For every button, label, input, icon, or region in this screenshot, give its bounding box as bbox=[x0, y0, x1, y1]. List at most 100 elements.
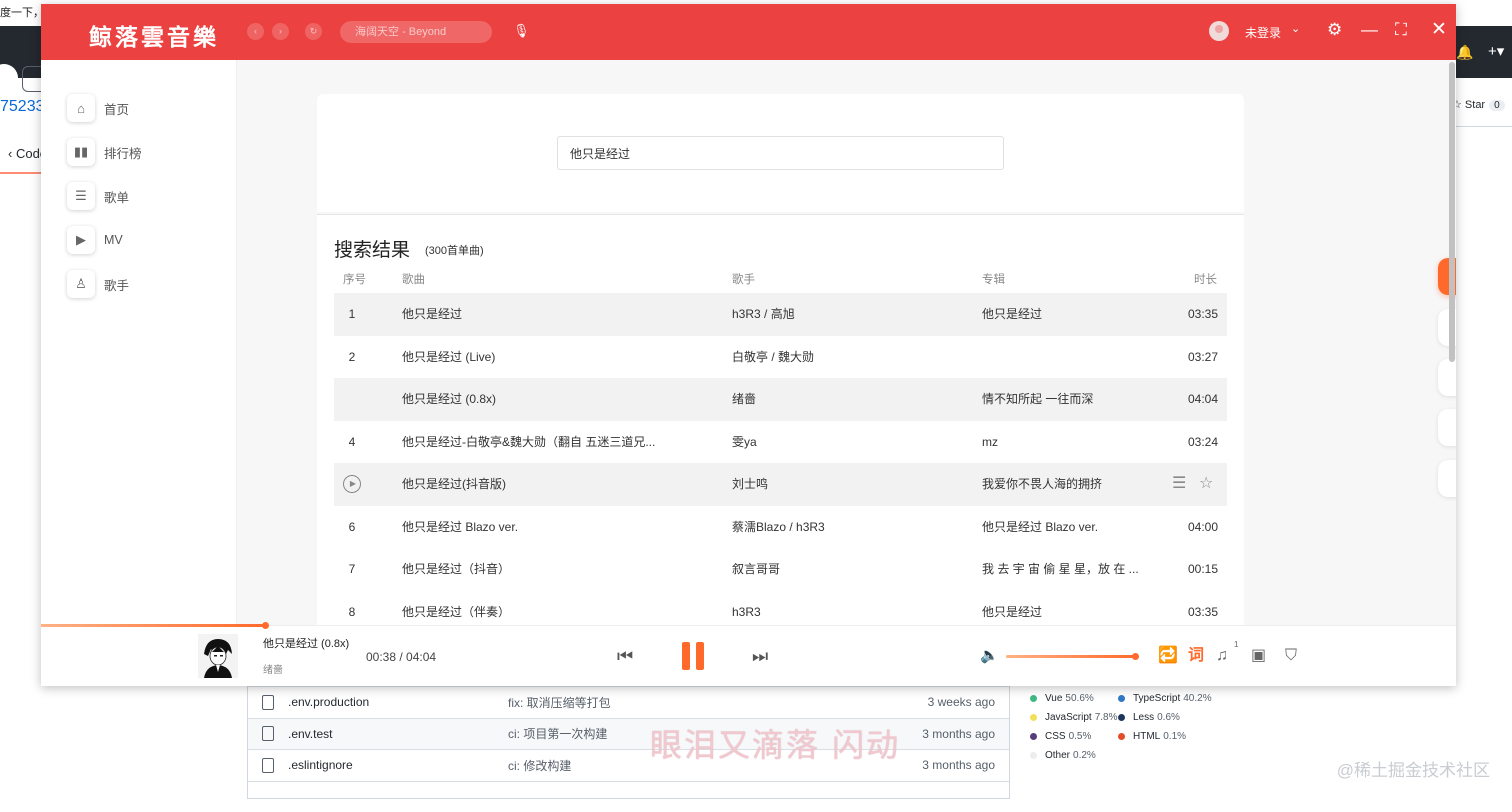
language-item[interactable]: JavaScript7.8% bbox=[1030, 712, 1117, 723]
bell-icon[interactable]: 🔔 bbox=[1456, 44, 1473, 61]
play-circle-icon[interactable]: ▶ bbox=[343, 475, 361, 493]
microphone-icon[interactable]: 🎙 bbox=[513, 23, 530, 39]
minimize-icon[interactable]: — bbox=[1361, 20, 1378, 40]
star-count: 0 bbox=[1489, 100, 1505, 111]
repeat-icon[interactable]: 🔁 bbox=[1158, 646, 1178, 666]
queue-icon[interactable]: ♫ bbox=[1216, 646, 1228, 666]
progress-knob[interactable] bbox=[262, 622, 269, 629]
volume-knob[interactable] bbox=[1132, 653, 1139, 660]
volume-slider[interactable] bbox=[1006, 655, 1136, 658]
back-icon[interactable]: ‹ bbox=[247, 23, 264, 40]
row-artist[interactable]: 刘士鸣 bbox=[732, 463, 962, 506]
row-artist[interactable]: 叙言哥哥 bbox=[732, 548, 962, 591]
language-item[interactable]: CSS0.5% bbox=[1030, 731, 1091, 742]
language-item[interactable]: Less0.6% bbox=[1118, 712, 1180, 723]
header-artist: 歌手 bbox=[732, 271, 755, 287]
row-artist[interactable]: h3R3 / 高旭 bbox=[732, 293, 962, 336]
fullscreen-icon[interactable]: ⛶ bbox=[1395, 20, 1407, 40]
language-item[interactable]: Other0.2% bbox=[1030, 750, 1096, 761]
results-count: (300首单曲) bbox=[425, 242, 484, 258]
table-row[interactable]: 2他只是经过 (Live)白敬亭 / 魏大勋03:27 bbox=[334, 336, 1227, 379]
player-song-title[interactable]: 他只是经过 (0.8x) bbox=[263, 635, 349, 651]
row-album[interactable]: 我爱你不畏人海的拥挤 bbox=[982, 463, 1152, 506]
mini-player-icon[interactable]: ▣ bbox=[1251, 646, 1266, 666]
bookmark-icon[interactable]: ⛉ bbox=[1285, 646, 1297, 666]
row-song[interactable]: 他只是经过（抖音） bbox=[402, 548, 702, 591]
row-artist[interactable]: 蔡濡Blazo / h3R3 bbox=[732, 506, 962, 549]
row-artist[interactable]: 绪嗇 bbox=[732, 378, 962, 421]
search-input[interactable] bbox=[557, 136, 1004, 170]
tab-singers[interactable]: 歌手 bbox=[1438, 359, 1456, 396]
album-cover[interactable] bbox=[198, 634, 238, 678]
app-logo[interactable]: 鲸落雲音樂 bbox=[89, 18, 219, 52]
language-item[interactable]: Vue50.6% bbox=[1030, 693, 1094, 704]
row-album[interactable]: mz bbox=[982, 421, 1152, 464]
top-search-input[interactable] bbox=[340, 21, 492, 43]
volume-icon[interactable]: 🔈 bbox=[980, 646, 999, 664]
row-song[interactable]: 他只是经过 (0.8x) bbox=[402, 378, 702, 421]
language-item[interactable]: TypeScript40.2% bbox=[1118, 693, 1212, 704]
language-item[interactable]: HTML0.1% bbox=[1118, 731, 1186, 742]
add-to-queue-icon[interactable]: ☰ bbox=[1172, 463, 1186, 506]
row-album[interactable]: 我 去 宇 宙 偷 星 星，放 在 ... bbox=[982, 548, 1152, 591]
commit-message[interactable]: fix: 取消压缩等打包 bbox=[508, 694, 611, 711]
row-song[interactable]: 他只是经过 Blazo ver. bbox=[402, 506, 702, 549]
login-link[interactable]: 未登录 bbox=[1245, 24, 1281, 41]
star-icon[interactable]: ☆ bbox=[1199, 463, 1213, 506]
scrollbar[interactable] bbox=[1449, 62, 1455, 362]
chevron-down-icon[interactable]: ⌄ bbox=[1291, 22, 1300, 35]
file-name[interactable]: .eslintignore bbox=[288, 758, 353, 772]
avatar[interactable] bbox=[1209, 21, 1229, 41]
tab-playlists[interactable]: 歌单 bbox=[1438, 409, 1456, 446]
header-song: 歌曲 bbox=[402, 271, 425, 287]
sidebar: ⌂ 首页 ▮▮ 排行榜 ☰ 歌单 ▶ MV ♙ 歌手 bbox=[41, 60, 237, 630]
sidebar-item-playlists[interactable]: ☰ 歌单 bbox=[67, 181, 129, 211]
github-logo-icon[interactable] bbox=[0, 64, 18, 92]
next-icon[interactable]: ⏭ bbox=[752, 644, 768, 668]
row-album[interactable]: 情不知所起 一往而深 bbox=[982, 378, 1152, 421]
table-row[interactable]: 他只是经过 (0.8x)绪嗇情不知所起 一往而深04:04 bbox=[334, 378, 1227, 421]
row-album[interactable]: 他只是经过 bbox=[982, 293, 1152, 336]
table-row[interactable]: ▶ 他只是经过(抖音版) 刘士鸣我爱你不畏人海的拥挤 ☰ ☆ bbox=[334, 463, 1227, 506]
file-icon bbox=[262, 695, 274, 710]
previous-icon[interactable]: ⏮ bbox=[617, 644, 633, 668]
commit-message[interactable]: ci: 项目第一次构建 bbox=[508, 725, 607, 742]
row-album[interactable]: 他只是经过 Blazo ver. bbox=[982, 506, 1152, 549]
file-name[interactable]: .env.production bbox=[288, 695, 369, 709]
player-artist[interactable]: 绪嗇 bbox=[263, 661, 283, 676]
sidebar-item-mv[interactable]: ▶ MV bbox=[67, 225, 123, 255]
table-row[interactable]: 6他只是经过 Blazo ver.蔡濡Blazo / h3R3他只是经过 Bla… bbox=[334, 506, 1227, 549]
star-button[interactable]: ☆ Star0 bbox=[1452, 98, 1505, 111]
background-code-tab[interactable]: ‹ Code bbox=[0, 146, 47, 161]
commit-message[interactable]: ci: 修改构建 bbox=[508, 757, 571, 774]
lyrics-button[interactable]: 词 bbox=[1188, 646, 1204, 666]
sidebar-item-home[interactable]: ⌂ 首页 bbox=[67, 93, 129, 123]
row-artist[interactable]: 雯ya bbox=[732, 421, 962, 464]
gear-icon[interactable]: ⚙ bbox=[1327, 20, 1342, 40]
table-row[interactable]: 7他只是经过（抖音）叙言哥哥我 去 宇 宙 偷 星 星，放 在 ...00:15 bbox=[334, 548, 1227, 591]
row-song[interactable]: 他只是经过 (Live) bbox=[402, 336, 702, 379]
background-repo-number[interactable]: 75233 bbox=[0, 98, 45, 116]
plus-icon[interactable]: +▾ bbox=[1488, 42, 1504, 60]
file-row[interactable]: .env.productionfix: 取消压缩等打包3 weeks ago bbox=[248, 686, 1009, 718]
table-row[interactable]: 1他只是经过h3R3 / 高旭他只是经过03:35 bbox=[334, 293, 1227, 336]
watermark: @稀土掘金技术社区 bbox=[1337, 756, 1490, 781]
file-name[interactable]: .env.test bbox=[288, 727, 332, 741]
row-song[interactable]: 他只是经过(抖音版) bbox=[402, 463, 702, 506]
row-song[interactable]: 他只是经过-白敬亭&魏大勋（翻自 五迷三道兄... bbox=[402, 421, 702, 464]
sidebar-item-singers[interactable]: ♙ 歌手 bbox=[67, 269, 129, 299]
sidebar-item-charts[interactable]: ▮▮ 排行榜 bbox=[67, 137, 142, 167]
row-duration: 03:35 bbox=[1188, 293, 1218, 336]
close-icon[interactable]: ✕ bbox=[1431, 20, 1447, 40]
refresh-icon[interactable]: ↻ bbox=[305, 23, 322, 40]
volume-fill bbox=[1006, 655, 1136, 658]
forward-icon[interactable]: › bbox=[272, 23, 289, 40]
player-bar: 他只是经过 (0.8x) 绪嗇 00:38 / 04:04 ⏮ ⏭ 🔈 🔁 词 … bbox=[41, 625, 1456, 686]
file-row bbox=[248, 781, 1009, 812]
row-artist[interactable]: 白敬亭 / 魏大勋 bbox=[732, 336, 962, 379]
table-row[interactable]: 4他只是经过-白敬亭&魏大勋（翻自 五迷三道兄...雯yamz03:24 bbox=[334, 421, 1227, 464]
row-song[interactable]: 他只是经过 bbox=[402, 293, 702, 336]
progress-bar[interactable] bbox=[41, 624, 1456, 627]
pause-button[interactable] bbox=[682, 642, 706, 670]
tab-mv[interactable]: MV bbox=[1438, 460, 1456, 497]
